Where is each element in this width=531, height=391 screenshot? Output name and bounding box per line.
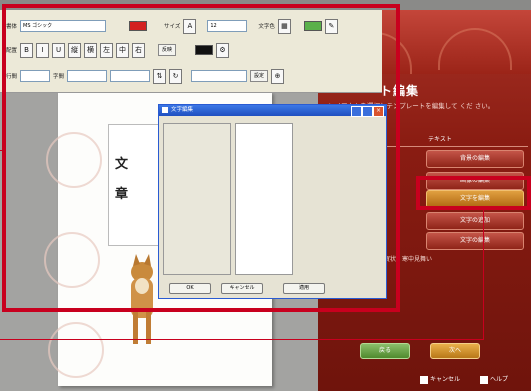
add-text-button[interactable]: 文字の追加 — [426, 212, 524, 230]
text-edit-button[interactable]: 文字の編集 — [426, 232, 524, 250]
help-link[interactable]: ヘルプ — [480, 374, 508, 384]
leader-line — [483, 210, 484, 340]
highlight-frame-button — [416, 176, 531, 210]
floral-pattern-icon — [48, 322, 104, 378]
next-button[interactable]: 次へ — [430, 343, 480, 359]
leader-line — [0, 150, 6, 151]
edit-background-button[interactable]: 背景の編集 — [426, 150, 524, 168]
back-button[interactable]: 戻る — [360, 343, 410, 359]
help-icon — [480, 375, 488, 384]
highlight-frame-editor — [2, 4, 400, 312]
cancel-icon — [420, 375, 428, 384]
leader-line — [0, 339, 484, 340]
cancel-link[interactable]: キャンセル — [420, 374, 460, 384]
fan-icon — [438, 28, 512, 70]
